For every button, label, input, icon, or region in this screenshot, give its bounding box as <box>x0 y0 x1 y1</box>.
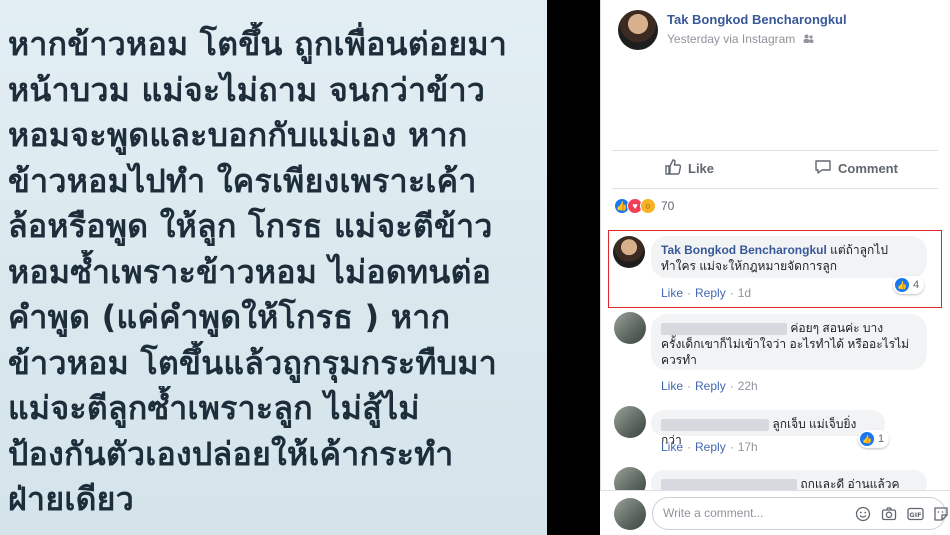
like-button[interactable]: Like <box>664 158 714 179</box>
wow-icon: ○ <box>640 198 656 214</box>
post-timestamp[interactable]: Yesterday via Instagram <box>667 32 795 46</box>
comment-like-count[interactable]: 👍 4 <box>893 276 925 294</box>
like-count: 4 <box>913 279 920 291</box>
comment-actions: Like · Reply · 1d <box>661 286 752 300</box>
comment-button[interactable]: Comment <box>814 158 898 179</box>
reaction-count: 70 <box>661 199 675 213</box>
comment-text: แต่ถ้าลูกไป <box>830 243 888 257</box>
comment-reply-link[interactable]: Reply <box>695 379 726 393</box>
comment-time[interactable]: 17h <box>738 440 758 454</box>
redacted-name[interactable] <box>661 418 769 431</box>
comment-reply-link[interactable]: Reply <box>695 440 726 454</box>
photo-line: หอมซ้ำเพราะข้าวหอม ไม่อดทนต่อ <box>8 252 492 291</box>
photo-text-card: หากข้าวหอม โตขึ้น ถูกเพื่อนต่อยมา หน้าบว… <box>0 0 547 535</box>
post-meta: Yesterday via Instagram <box>667 32 814 46</box>
post-author-name[interactable]: Tak Bongkod Bencharongkul <box>667 12 847 27</box>
like-icon: 👍 <box>895 278 909 292</box>
comment-text: ทำใคร แม่จะให้กฎหมายจัดการลูก <box>661 259 838 273</box>
camera-icon[interactable] <box>880 505 898 523</box>
photo-line: คำพูด (แค่คำพูดให้โกรธ ) หาก <box>8 298 451 336</box>
photo-line: หากข้าวหอม โตขึ้น ถูกเพื่อนต่อยมา <box>8 25 508 63</box>
comment-text: ถกและดี อ่านแล้วค <box>800 477 900 491</box>
comment-author[interactable]: Tak Bongkod Bencharongkul <box>661 243 827 257</box>
author-avatar[interactable] <box>618 10 658 50</box>
comment-time[interactable]: 1d <box>738 286 751 300</box>
comment-like-link[interactable]: Like <box>661 440 683 454</box>
post-photo[interactable]: หากข้าวหอม โตขึ้น ถูกเพื่อนต่อยมา หน้าบว… <box>0 0 600 535</box>
gif-icon[interactable]: GIF <box>906 505 924 523</box>
screenshot-root: หากข้าวหอม โตขึ้น ถูกเพื่อนต่อยมา หน้าบว… <box>0 0 950 535</box>
comment-avatar[interactable] <box>614 406 646 438</box>
comment-actions: Like · Reply · 17h <box>661 440 758 454</box>
like-outline-icon <box>664 158 688 179</box>
comment-reply-link[interactable]: Reply <box>695 286 726 300</box>
sticker-icon[interactable] <box>932 505 950 523</box>
divider <box>612 150 938 151</box>
divider <box>612 188 938 189</box>
comment-avatar[interactable] <box>614 312 646 344</box>
comment-text: ควรทำ <box>661 353 697 367</box>
photo-line: หอมจะพูดและบอกกับแม่เอง หาก <box>8 116 468 154</box>
comment-bubble: Tak Bongkod Bencharongkul แต่ถ้าลูกไป ทำ… <box>651 236 927 278</box>
comment-like-link[interactable]: Like <box>661 379 683 393</box>
comment-bubble: ลูกเจ็บ แม่เจ็บยิ่งกว่า <box>651 410 885 447</box>
like-icon: 👍 <box>860 432 874 446</box>
audience-icon[interactable] <box>803 34 814 46</box>
photo-line: ข้าวหอมไปทำ ใครเพียงเพราะเค้า <box>8 161 477 200</box>
svg-text:GIF: GIF <box>909 511 921 519</box>
comment-bubble: ค่อยๆ สอนค่ะ บาง ครั้งเด็กเขาก็ไม่เข้าใจ… <box>651 314 927 370</box>
comment-text: ค่อยๆ สอนค่ะ บาง <box>790 321 884 335</box>
photo-line: แม่จะตีลูกซ้ำเพราะลูก ไม่สู้ไม่ <box>8 389 420 427</box>
comment-like-count[interactable]: 👍 1 <box>858 430 890 448</box>
comment-text: ครั้งเด็กเขาก็ไม่เข้าใจว่า อะไรทำได้ หรื… <box>661 337 910 351</box>
photo-line: ล้อหรือพูด ให้ลูก โกรธ แม่จะตีข้าว <box>8 207 493 245</box>
photo-line: ข้าวหอม โตขึ้นแล้วถูกรุมกระทืบมา <box>8 343 498 382</box>
photo-line: ป้องกันตัวเองปล่อยให้เค้ากระทำ <box>8 434 454 473</box>
composer-icons: GIF <box>846 505 950 523</box>
photo-line: หน้าบวม แม่จะไม่ถาม จนกว่าข้าว <box>8 70 486 109</box>
photo-line: ฝ่ายเดียว <box>8 480 135 518</box>
comment-time[interactable]: 22h <box>738 379 758 393</box>
comment-avatar[interactable] <box>613 236 645 268</box>
current-user-avatar <box>614 498 646 530</box>
photo-text: หากข้าวหอม โตขึ้น ถูกเพื่อนต่อยมา หน้าบว… <box>8 22 544 523</box>
comment-actions: Like · Reply · 22h <box>661 379 758 393</box>
like-label: Like <box>688 161 715 176</box>
comment-icon <box>814 158 838 179</box>
comment-like-link[interactable]: Like <box>661 286 683 300</box>
redacted-name[interactable] <box>661 322 787 335</box>
reaction-summary[interactable]: 👍 ♥ ○ 70 <box>614 198 674 214</box>
comment-label: Comment <box>838 161 898 176</box>
emoji-icon[interactable] <box>854 505 872 523</box>
like-count: 1 <box>878 433 885 445</box>
